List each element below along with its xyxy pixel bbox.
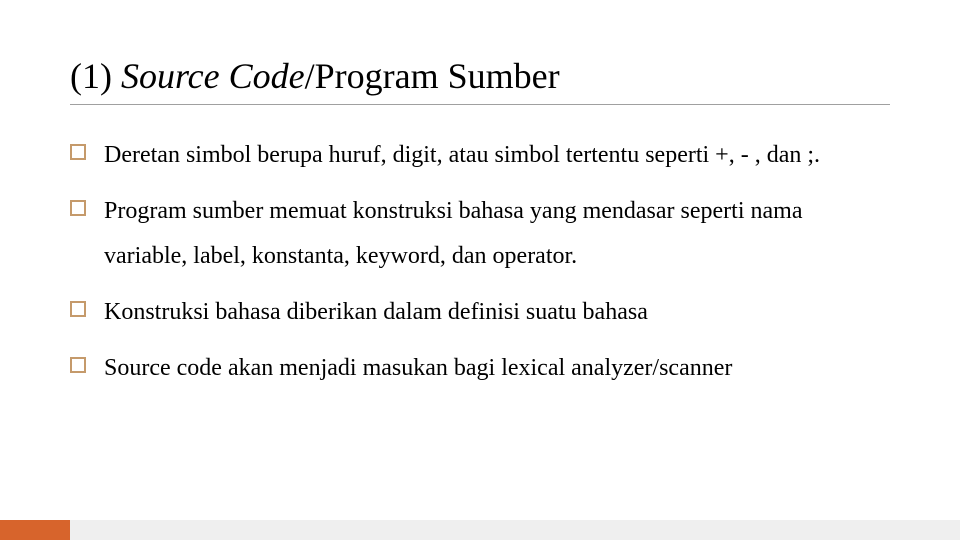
title-suffix: /Program Sumber	[305, 56, 560, 96]
bullet-text: Konstruksi bahasa diberikan dalam defini…	[104, 299, 648, 325]
checkbox-bullet-icon	[70, 357, 86, 373]
checkbox-bullet-icon	[70, 144, 86, 160]
list-item: Deretan simbol berupa huruf, digit, atau…	[70, 133, 890, 179]
page-title: (1) Source Code/Program Sumber	[70, 55, 890, 105]
checkbox-bullet-icon	[70, 301, 86, 317]
list-item: Program sumber memuat konstruksi bahasa …	[70, 189, 890, 280]
bullet-text: Program sumber memuat konstruksi bahasa …	[104, 198, 802, 270]
bullet-text: Deretan simbol berupa huruf, digit, atau…	[104, 142, 820, 168]
bullet-text: Source code akan menjadi masukan bagi le…	[104, 355, 732, 381]
checkbox-bullet-icon	[70, 200, 86, 216]
title-italic: Source Code	[121, 56, 305, 96]
list-item: Source code akan menjadi masukan bagi le…	[70, 346, 890, 392]
slide: (1) Source Code/Program Sumber Deretan s…	[0, 0, 960, 540]
list-item: Konstruksi bahasa diberikan dalam defini…	[70, 290, 890, 336]
bullet-list: Deretan simbol berupa huruf, digit, atau…	[70, 133, 890, 391]
title-prefix: (1)	[70, 56, 121, 96]
footer-bar	[0, 520, 960, 540]
footer-accent	[0, 520, 70, 540]
